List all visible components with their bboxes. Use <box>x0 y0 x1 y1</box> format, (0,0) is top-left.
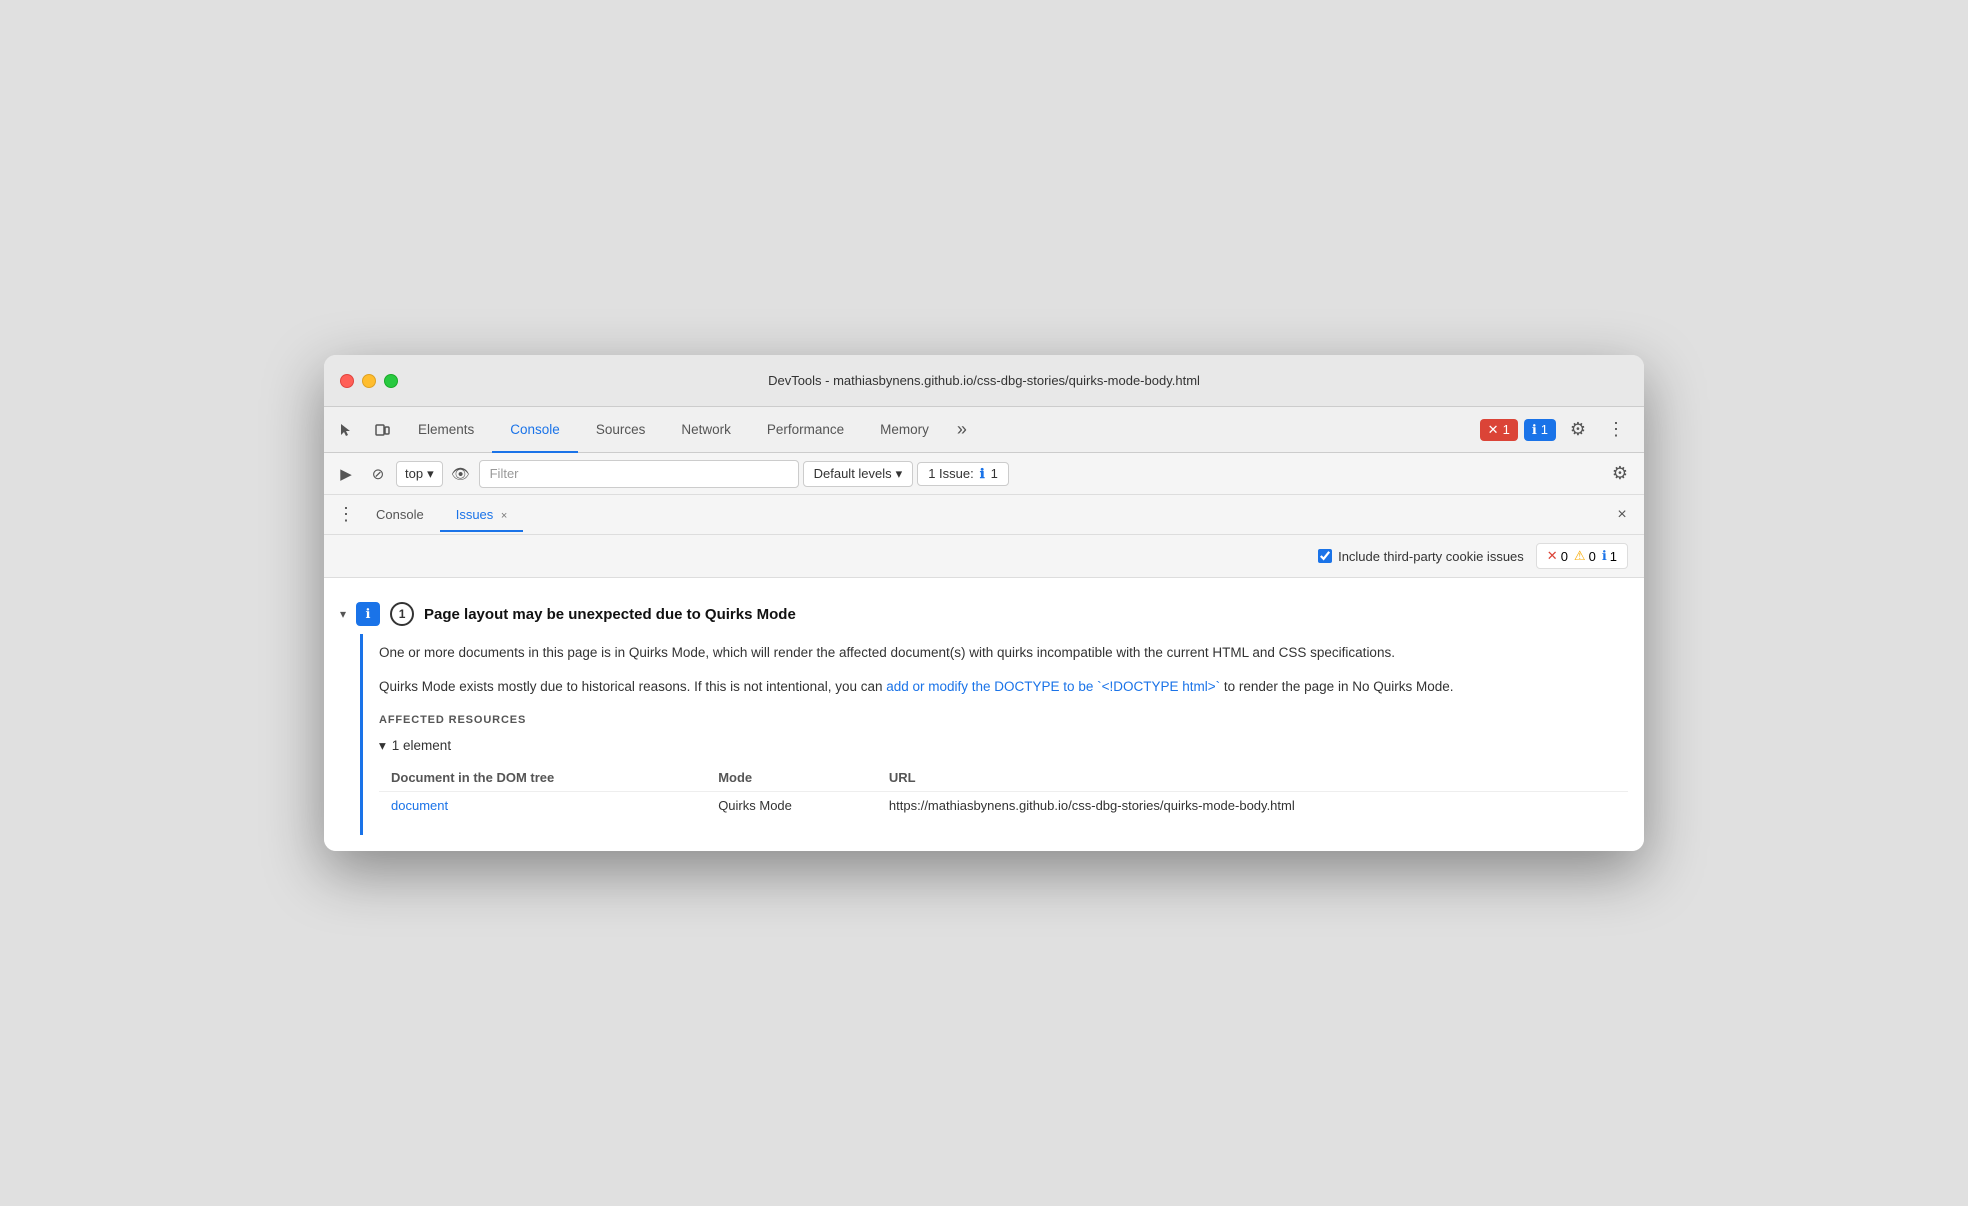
sub-tab-console[interactable]: Console <box>360 499 440 532</box>
issue-count-circle: 1 <box>390 602 414 626</box>
issues-filter-bar: Include third-party cookie issues ✕ 0 ⚠ … <box>324 535 1644 578</box>
cursor-icon <box>338 422 354 438</box>
document-link[interactable]: document <box>391 798 448 813</box>
live-expression-button[interactable]: 👁 <box>447 460 475 488</box>
devtools-window: DevTools - mathiasbynens.github.io/css-d… <box>324 355 1644 850</box>
info-count-button[interactable]: ℹ 1 <box>1524 419 1556 441</box>
close-icon: × <box>1617 506 1626 524</box>
issue-header[interactable]: ▾ ℹ 1 Page layout may be unexpected due … <box>324 594 1644 634</box>
window-title: DevTools - mathiasbynens.github.io/css-d… <box>340 373 1628 388</box>
tab-sources[interactable]: Sources <box>578 408 664 453</box>
url-cell: https://mathiasbynens.github.io/css-dbg-… <box>877 791 1628 819</box>
error-count-button[interactable]: ✕ 1 <box>1480 419 1518 441</box>
issue-title: Page layout may be unexpected due to Qui… <box>424 606 796 623</box>
filter-input[interactable] <box>479 460 799 488</box>
more-tabs-button[interactable]: » <box>947 407 977 452</box>
error-count-badge: ✕ 0 <box>1547 548 1568 564</box>
info-icon: ℹ <box>1532 422 1537 438</box>
resources-table: Document in the DOM tree Mode URL docume… <box>379 764 1628 819</box>
secondary-toolbar: ▶ ⊘ top ▾ 👁 Default levels ▾ 1 Issue: ℹ … <box>324 453 1644 495</box>
device-icon <box>374 422 390 438</box>
vertical-dots-icon: ⋮ <box>1607 419 1625 440</box>
context-selector[interactable]: top ▾ <box>396 461 443 487</box>
device-toolbar-button[interactable] <box>364 407 400 452</box>
gear-icon: ⚙ <box>1612 463 1628 484</box>
tab-console[interactable]: Console <box>492 408 578 453</box>
play-icon: ▶ <box>340 465 352 483</box>
chevron-down-icon: ▾ <box>379 738 386 754</box>
tab-performance[interactable]: Performance <box>749 408 862 453</box>
tab-elements[interactable]: Elements <box>400 408 492 453</box>
sub-tab-menu-button[interactable]: ⋮ <box>332 501 360 529</box>
affected-resources-section: Affected Resources ▾ 1 element Document … <box>379 714 1628 819</box>
toolbar-right: ✕ 1 ℹ 1 ⚙ ⋮ <box>1472 407 1640 452</box>
issue-chevron-icon: ▾ <box>340 607 346 621</box>
issue-type-icon: ℹ <box>356 602 380 626</box>
minimize-button[interactable] <box>362 374 376 388</box>
execute-button[interactable]: ▶ <box>332 460 360 488</box>
third-party-cookie-checkbox[interactable] <box>1318 549 1332 563</box>
issue-indicator-line <box>360 634 363 834</box>
settings-button[interactable]: ⚙ <box>1562 414 1594 446</box>
affected-label: Affected Resources <box>379 714 1628 726</box>
vertical-dots-icon: ⋮ <box>337 504 355 525</box>
console-settings-button[interactable]: ⚙ <box>1604 458 1636 490</box>
sub-tab-bar: ⋮ Console Issues × × <box>324 495 1644 535</box>
chevron-down-icon: ▾ <box>427 466 434 482</box>
tab-list: Elements Console Sources Network Perform… <box>400 407 1472 452</box>
main-toolbar: Elements Console Sources Network Perform… <box>324 407 1644 453</box>
col-header-dom: Document in the DOM tree <box>379 764 706 792</box>
cursor-tool-button[interactable] <box>328 407 364 452</box>
issue-description: One or more documents in this page is in… <box>379 642 1628 697</box>
maximize-button[interactable] <box>384 374 398 388</box>
info-count-icon: ℹ <box>1602 548 1607 564</box>
warning-count-icon: ⚠ <box>1574 548 1586 564</box>
eye-icon: 👁 <box>451 465 470 483</box>
clear-button[interactable]: ⊘ <box>364 460 392 488</box>
issue-info-icon: ℹ <box>980 466 985 482</box>
default-levels-button[interactable]: Default levels ▾ <box>803 461 914 487</box>
col-header-mode: Mode <box>706 764 877 792</box>
block-icon: ⊘ <box>372 465 385 483</box>
tab-memory[interactable]: Memory <box>862 408 947 453</box>
title-bar: DevTools - mathiasbynens.github.io/css-d… <box>324 355 1644 407</box>
element-toggle[interactable]: ▾ 1 element <box>379 738 1628 754</box>
close-issues-tab-button[interactable]: × <box>501 510 507 522</box>
info-count-badge: ℹ 1 <box>1602 548 1617 564</box>
tab-network[interactable]: Network <box>663 408 749 453</box>
issues-panel: Include third-party cookie issues ✕ 0 ⚠ … <box>324 535 1644 850</box>
issue-section: ▾ ℹ 1 Page layout may be unexpected due … <box>324 578 1644 850</box>
close-panel-button[interactable]: × <box>1608 501 1636 529</box>
issue-body: One or more documents in this page is in… <box>360 634 1644 834</box>
table-header-row: Document in the DOM tree Mode URL <box>379 764 1628 792</box>
gear-icon: ⚙ <box>1570 419 1586 440</box>
mode-cell: Quirks Mode <box>706 791 877 819</box>
more-options-button[interactable]: ⋮ <box>1600 414 1632 446</box>
error-icon: ✕ <box>1488 422 1499 438</box>
table-row: document Quirks Mode https://mathiasbyne… <box>379 791 1628 819</box>
traffic-lights <box>340 374 398 388</box>
third-party-cookie-checkbox-label[interactable]: Include third-party cookie issues <box>1318 549 1524 564</box>
close-button[interactable] <box>340 374 354 388</box>
error-count-icon: ✕ <box>1547 548 1558 564</box>
warning-count-badge: ⚠ 0 <box>1574 548 1596 564</box>
issue-counts: ✕ 0 ⚠ 0 ℹ 1 <box>1536 543 1628 569</box>
doctype-link[interactable]: add or modify the DOCTYPE to be `<!DOCTY… <box>886 679 1220 694</box>
chevron-down-icon: ▾ <box>896 466 903 482</box>
col-header-url: URL <box>877 764 1628 792</box>
issue-content: One or more documents in this page is in… <box>379 634 1644 834</box>
issue-badge[interactable]: 1 Issue: ℹ 1 <box>917 462 1009 486</box>
sub-tab-issues[interactable]: Issues × <box>440 499 524 532</box>
